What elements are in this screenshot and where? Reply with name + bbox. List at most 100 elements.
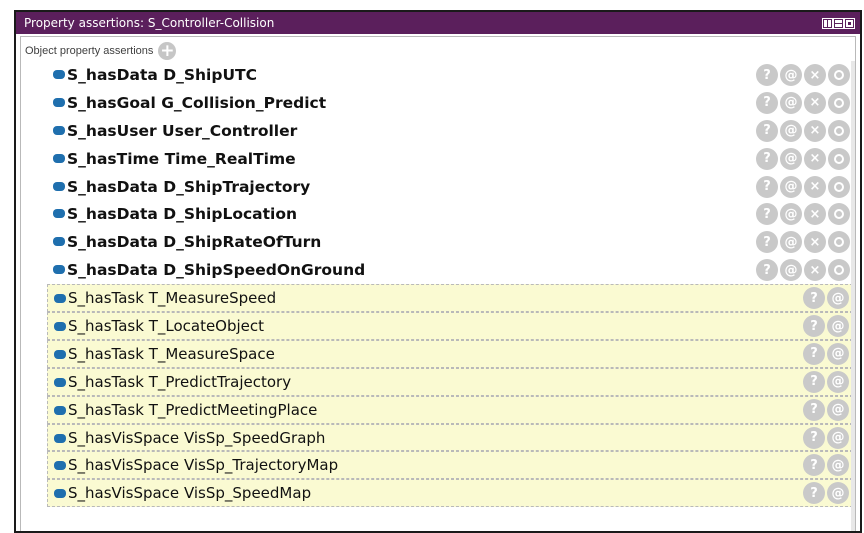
- scrollbar[interactable]: [851, 61, 855, 531]
- explain-button[interactable]: ?: [756, 91, 778, 114]
- split-view-icon[interactable]: [822, 17, 833, 29]
- inferred-assertion-row[interactable]: S_hasVisSpace VisSp_TrajectoryMap? @: [47, 451, 853, 480]
- panel-titlebar: Property assertions: S_Controller-Collis…: [16, 12, 860, 34]
- property-name: S_hasData: [67, 177, 158, 196]
- asserted-assertion-row[interactable]: S_hasData D_ShipRateOfTurn? @ ×: [21, 228, 855, 256]
- assertion-text: S_hasTask T_PredictTrajectory: [68, 373, 291, 391]
- annotate-button[interactable]: @: [780, 147, 802, 170]
- explain-button[interactable]: ?: [756, 119, 778, 142]
- section-label: Object property assertions: [25, 45, 154, 57]
- explain-button[interactable]: ?: [756, 64, 778, 86]
- explain-button[interactable]: ?: [803, 398, 825, 421]
- edit-button[interactable]: [828, 119, 850, 142]
- annotate-button[interactable]: @: [827, 342, 849, 365]
- property-name: S_hasData: [67, 233, 158, 252]
- property-name: S_hasData: [67, 205, 158, 224]
- annotate-button[interactable]: @: [780, 203, 802, 226]
- explain-button[interactable]: ?: [756, 147, 778, 170]
- row-actions: ? @ ×: [756, 231, 850, 254]
- edit-button[interactable]: [828, 203, 850, 226]
- edit-button[interactable]: [828, 147, 850, 170]
- edit-button[interactable]: [828, 259, 850, 282]
- delete-button[interactable]: ×: [804, 259, 826, 282]
- annotate-button[interactable]: @: [827, 454, 849, 477]
- add-assertion-button[interactable]: +: [158, 42, 177, 60]
- explain-button[interactable]: ?: [803, 454, 825, 477]
- explain-button[interactable]: ?: [756, 259, 778, 282]
- annotate-button[interactable]: @: [780, 91, 802, 114]
- explain-button[interactable]: ?: [756, 175, 778, 198]
- property-name: S_hasTask: [68, 344, 144, 363]
- edit-button[interactable]: [828, 231, 850, 254]
- inferred-assertion-row[interactable]: S_hasTask T_MeasureSpeed? @: [47, 284, 853, 313]
- object-property-icon: [53, 153, 65, 163]
- explain-button[interactable]: ?: [803, 315, 825, 338]
- annotate-button[interactable]: @: [780, 119, 802, 142]
- delete-button[interactable]: ×: [804, 175, 826, 198]
- assertion-text: S_hasGoal G_Collision_Predict: [67, 94, 326, 112]
- annotate-button[interactable]: @: [827, 287, 849, 310]
- property-value: VisSp_SpeedGraph: [183, 428, 326, 447]
- annotate-button[interactable]: @: [827, 370, 849, 393]
- inferred-assertion-row[interactable]: S_hasTask T_LocateObject? @: [47, 312, 853, 340]
- maximize-icon[interactable]: [844, 17, 855, 29]
- inferred-assertion-row[interactable]: S_hasTask T_PredictMeetingPlace? @: [47, 395, 853, 424]
- property-value: D_ShipRateOfTurn: [163, 233, 322, 252]
- inferred-assertion-row[interactable]: S_hasVisSpace VisSp_SpeedMap? @: [47, 479, 853, 508]
- edit-button[interactable]: [828, 91, 850, 114]
- delete-button[interactable]: ×: [804, 203, 826, 226]
- edit-button[interactable]: [828, 64, 850, 86]
- annotate-button[interactable]: @: [780, 64, 802, 86]
- explain-button[interactable]: ?: [803, 482, 825, 505]
- row-actions: ? @: [803, 315, 849, 338]
- asserted-assertion-row[interactable]: S_hasData D_ShipLocation? @ ×: [21, 200, 855, 228]
- annotate-button[interactable]: @: [780, 231, 802, 254]
- property-value: T_MeasureSpace: [148, 344, 275, 363]
- row-actions: ? @ ×: [756, 203, 850, 226]
- assertion-text: S_hasData D_ShipUTC: [67, 66, 257, 84]
- property-assertions-panel: Property assertions: S_Controller-Collis…: [14, 10, 862, 533]
- asserted-assertion-row[interactable]: S_hasUser User_Controller? @ ×: [21, 117, 855, 145]
- assertion-text: S_hasTask T_MeasureSpeed: [68, 289, 276, 307]
- annotate-button[interactable]: @: [780, 259, 802, 282]
- property-name: S_hasVisSpace: [68, 484, 180, 503]
- object-property-icon: [53, 181, 65, 191]
- property-value: D_ShipSpeedOnGround: [163, 261, 366, 280]
- inferred-assertion-row[interactable]: S_hasVisSpace VisSp_SpeedGraph? @: [47, 423, 853, 452]
- explain-button[interactable]: ?: [803, 426, 825, 449]
- annotate-button[interactable]: @: [827, 482, 849, 505]
- asserted-assertion-row[interactable]: S_hasTime Time_RealTime? @ ×: [21, 145, 855, 173]
- object-property-icon: [53, 265, 65, 275]
- edit-button[interactable]: [828, 175, 850, 198]
- asserted-assertion-row[interactable]: S_hasData D_ShipUTC? @ ×: [21, 61, 855, 89]
- panel-title: Property assertions: S_Controller-Collis…: [24, 16, 275, 30]
- annotate-button[interactable]: @: [780, 175, 802, 198]
- row-actions: ? @: [803, 482, 849, 505]
- explain-button[interactable]: ?: [756, 203, 778, 226]
- inferred-assertion-row[interactable]: S_hasTask T_MeasureSpace? @: [47, 339, 853, 368]
- stack-view-icon[interactable]: [833, 17, 844, 29]
- panel-content: Object property assertions + S_hasData D…: [20, 36, 856, 531]
- asserted-assertion-row[interactable]: S_hasData D_ShipSpeedOnGround? @ ×: [21, 256, 855, 284]
- delete-button[interactable]: ×: [804, 119, 826, 142]
- object-property-icon: [53, 237, 65, 247]
- explain-button[interactable]: ?: [803, 287, 825, 310]
- row-actions: ? @ ×: [756, 64, 850, 86]
- property-value: T_PredictTrajectory: [148, 372, 292, 391]
- explain-button[interactable]: ?: [756, 231, 778, 254]
- explain-button[interactable]: ?: [803, 370, 825, 393]
- asserted-assertion-row[interactable]: S_hasGoal G_Collision_Predict? @ ×: [21, 89, 855, 117]
- delete-button[interactable]: ×: [804, 147, 826, 170]
- row-actions: ? @: [803, 342, 849, 365]
- delete-button[interactable]: ×: [804, 91, 826, 114]
- delete-button[interactable]: ×: [804, 64, 826, 86]
- inferred-assertion-row[interactable]: S_hasTask T_PredictTrajectory? @: [47, 367, 853, 396]
- annotate-button[interactable]: @: [827, 426, 849, 449]
- row-actions: ? @ ×: [756, 259, 850, 282]
- assertion-text: S_hasData D_ShipSpeedOnGround: [67, 261, 365, 279]
- annotate-button[interactable]: @: [827, 398, 849, 421]
- explain-button[interactable]: ?: [803, 342, 825, 365]
- delete-button[interactable]: ×: [804, 231, 826, 254]
- asserted-assertion-row[interactable]: S_hasData D_ShipTrajectory? @ ×: [21, 173, 855, 201]
- annotate-button[interactable]: @: [827, 315, 849, 338]
